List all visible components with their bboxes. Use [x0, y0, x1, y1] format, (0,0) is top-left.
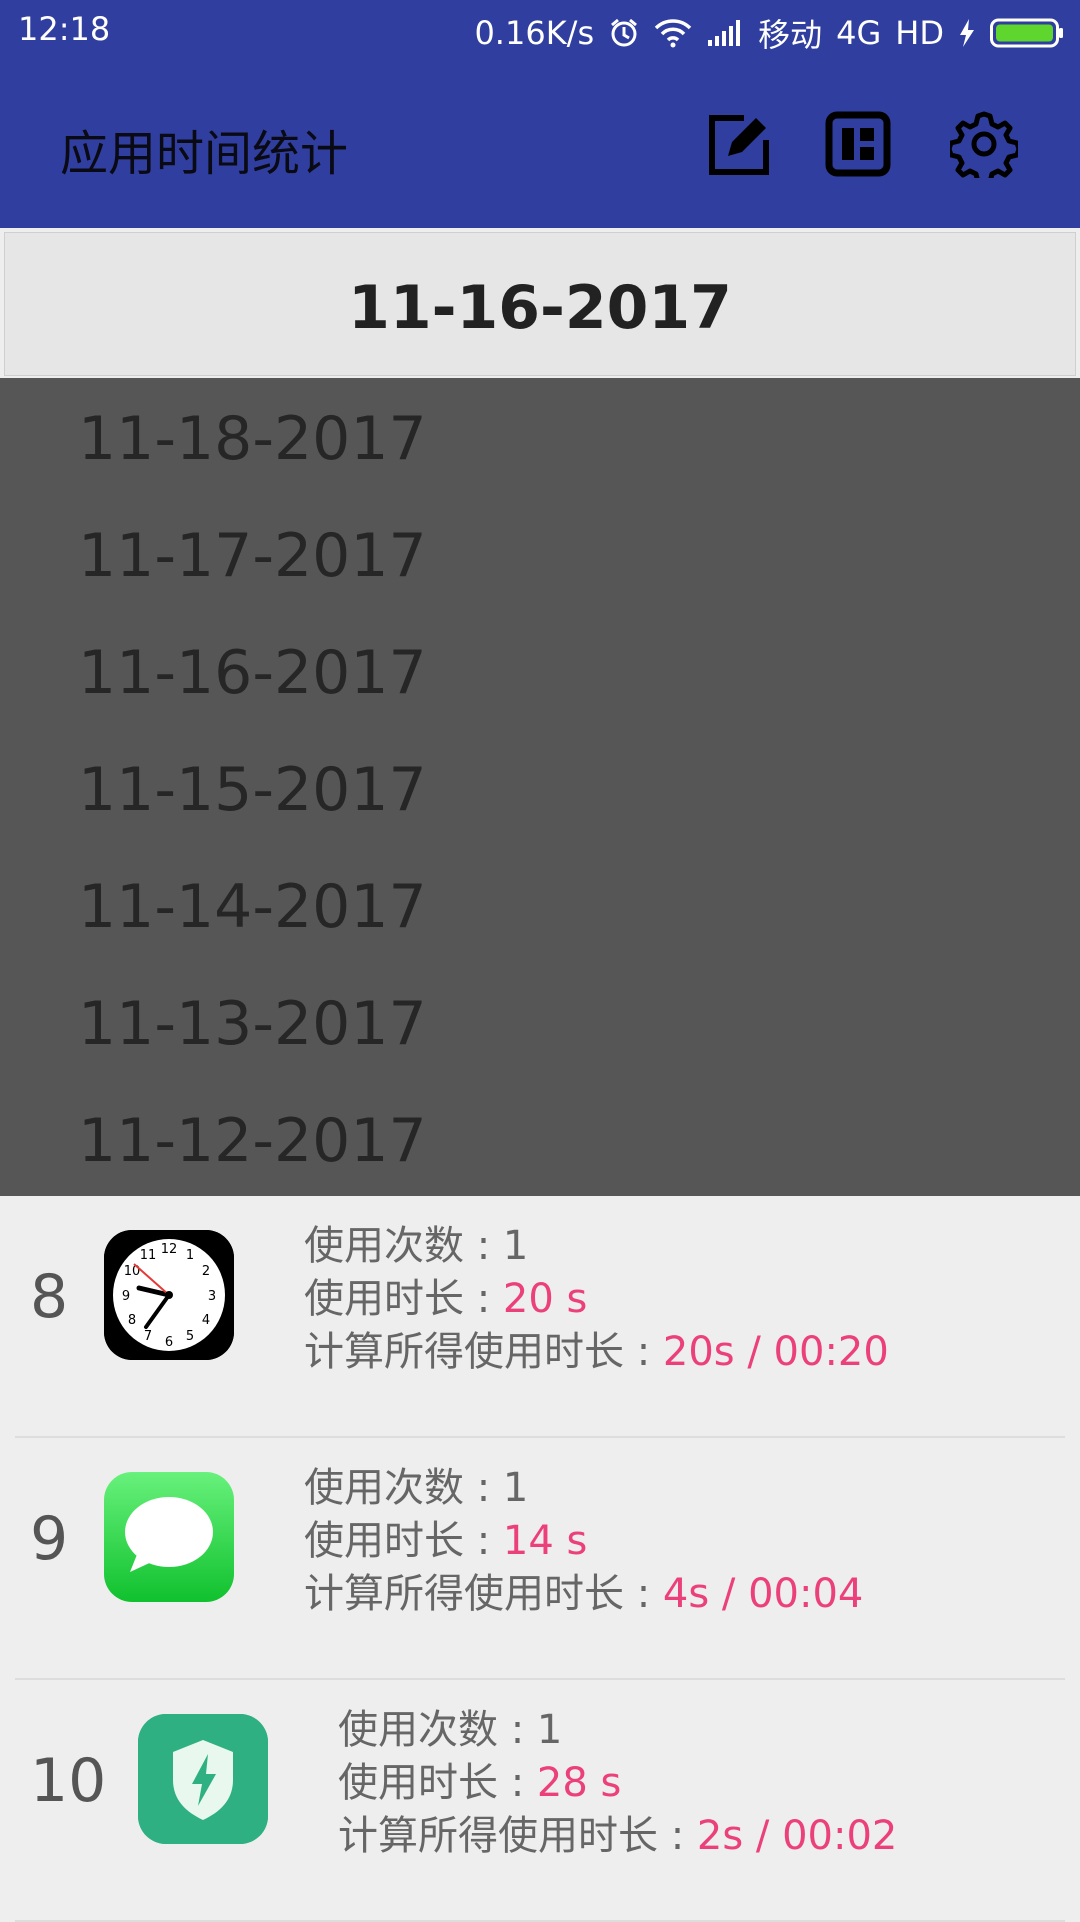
usage-info: 使用次数 : 1 使用时长 : 28 s 计算所得使用时长 : 2s / 00:…: [338, 1704, 897, 1863]
count-label: 使用次数 :: [338, 1707, 537, 1753]
settings-icon[interactable]: [946, 110, 1022, 187]
duration-value: 14 s: [502, 1518, 588, 1564]
svg-text:9: 9: [122, 1289, 130, 1304]
usage-info: 使用次数 : 1 使用时长 : 20 s 计算所得使用时长 : 20s / 00…: [304, 1220, 889, 1379]
date-spinner[interactable]: 11-16-2017: [4, 232, 1076, 376]
security-app-icon: [138, 1714, 268, 1844]
dropdown-option[interactable]: 11-12-2017: [78, 1106, 427, 1176]
count-value: 1: [502, 1223, 529, 1269]
duration-value: 28 s: [536, 1760, 622, 1806]
app-bar: 应用时间统计: [0, 60, 1080, 228]
wifi-icon: [654, 18, 692, 48]
hd-label: HD: [895, 14, 944, 52]
svg-text:3: 3: [208, 1289, 216, 1304]
count-value: 1: [502, 1465, 529, 1511]
calc-label: 计算所得使用时长 :: [304, 1329, 663, 1375]
carrier-label: 移动: [758, 16, 823, 54]
svg-text:7: 7: [144, 1329, 152, 1344]
duration-label: 使用时长 :: [338, 1760, 537, 1806]
svg-text:1: 1: [186, 1248, 194, 1263]
dropdown-option[interactable]: 11-15-2017: [78, 755, 427, 825]
dropdown-option[interactable]: 11-13-2017: [78, 989, 427, 1059]
svg-text:11: 11: [140, 1248, 157, 1263]
app-title: 应用时间统计: [60, 126, 349, 182]
charging-icon: [958, 18, 976, 48]
duration-label: 使用时长 :: [304, 1518, 503, 1564]
calc-label: 计算所得使用时长 :: [338, 1813, 697, 1859]
dropdown-option[interactable]: 11-16-2017: [78, 638, 427, 708]
duration-value: 20 s: [502, 1276, 588, 1322]
status-bar: 12:18 0.16K/s 移动 4G HD: [0, 0, 1080, 60]
network-type: 4G: [836, 14, 882, 52]
selected-date: 11-16-2017: [348, 273, 732, 343]
calc-value: 4s / 00:04: [662, 1571, 864, 1617]
list-item[interactable]: 10 使用次数 : 1 使用时长 : 28 s 计算所得使用时长 : 2s / …: [0, 1680, 1080, 1922]
rank-number: 10: [30, 1746, 107, 1816]
dropdown-option[interactable]: 11-18-2017: [78, 404, 427, 474]
messages-app-icon: [104, 1472, 234, 1602]
alarm-icon: [608, 17, 640, 49]
svg-text:12: 12: [161, 1242, 178, 1257]
clock-app-icon: 12 1 2 345 678 9 10 11: [104, 1230, 234, 1360]
dropdown-option[interactable]: 11-14-2017: [78, 872, 427, 942]
svg-text:6: 6: [165, 1335, 173, 1350]
network-speed: 0.16K/s: [474, 14, 595, 52]
rank-number: 9: [30, 1504, 69, 1574]
svg-text:2: 2: [202, 1264, 210, 1279]
edit-icon[interactable]: [704, 110, 772, 178]
svg-text:8: 8: [128, 1313, 136, 1328]
battery-icon: [990, 17, 1064, 49]
rank-number: 8: [30, 1262, 69, 1332]
signal-icon: [706, 18, 744, 48]
status-time: 12:18: [18, 10, 111, 48]
list-item[interactable]: 8 12 1 2 345 678 9 10 11 使用次数 : 1 使用时长 : 20 …: [0, 1196, 1080, 1438]
date-dropdown: 11-18-2017 11-17-2017 11-16-2017 11-15-2…: [0, 378, 1080, 1196]
calc-value: 2s / 00:02: [696, 1813, 898, 1859]
svg-text:5: 5: [186, 1329, 194, 1344]
count-label: 使用次数 :: [304, 1465, 503, 1511]
duration-label: 使用时长 :: [304, 1276, 503, 1322]
calc-label: 计算所得使用时长 :: [304, 1571, 663, 1617]
svg-text:4: 4: [202, 1313, 210, 1328]
dashboard-icon[interactable]: [824, 110, 892, 178]
dropdown-option[interactable]: 11-17-2017: [78, 521, 427, 591]
usage-info: 使用次数 : 1 使用时长 : 14 s 计算所得使用时长 : 4s / 00:…: [304, 1462, 863, 1621]
calc-value: 20s / 00:20: [662, 1329, 889, 1375]
count-value: 1: [536, 1707, 563, 1753]
list-item[interactable]: 9 使用次数 : 1 使用时长 : 14 s 计算所得使用时长 : 4s / 0…: [0, 1438, 1080, 1680]
count-label: 使用次数 :: [304, 1223, 503, 1269]
